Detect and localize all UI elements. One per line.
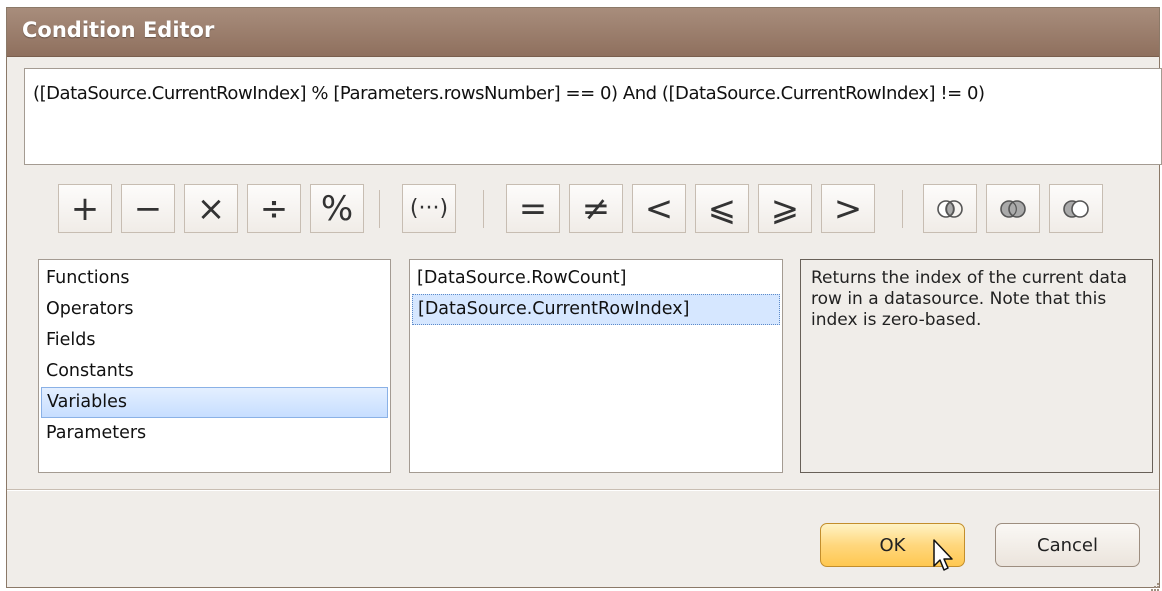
equals-button[interactable]: = — [506, 184, 560, 233]
toolbar-separator — [379, 190, 380, 228]
cancel-button[interactable]: Cancel — [995, 523, 1140, 567]
list-item-row-count[interactable]: [DataSource.RowCount] — [412, 263, 780, 294]
mouse-cursor-icon — [933, 539, 953, 571]
greater-or-equal-button[interactable]: ⩾ — [758, 184, 812, 233]
category-item-fields[interactable]: Fields — [41, 325, 388, 356]
description-panel: Returns the index of the current data ro… — [800, 259, 1153, 473]
or-button[interactable] — [986, 184, 1040, 233]
toolbar-separator — [483, 190, 484, 228]
modulo-button[interactable]: % — [310, 184, 364, 233]
divide-button[interactable]: ÷ — [247, 184, 301, 233]
category-item-parameters[interactable]: Parameters — [41, 418, 388, 449]
item-list[interactable]: [DataSource.RowCount] [DataSource.Curren… — [409, 259, 783, 473]
not-icon — [1063, 199, 1089, 218]
and-button[interactable] — [923, 184, 977, 233]
minus-button[interactable]: − — [121, 184, 175, 233]
not-button[interactable] — [1049, 184, 1103, 233]
footer-divider — [7, 489, 1159, 491]
category-item-functions[interactable]: Functions — [41, 263, 388, 294]
list-item-current-row-index[interactable]: [DataSource.CurrentRowIndex] — [412, 294, 780, 325]
category-item-operators[interactable]: Operators — [41, 294, 388, 325]
title-bar[interactable]: Condition Editor — [7, 8, 1159, 57]
less-or-equal-button[interactable]: ⩽ — [695, 184, 749, 233]
category-list[interactable]: Functions Operators Fields Constants Var… — [38, 259, 391, 473]
resize-grip-icon[interactable] — [1151, 583, 1159, 591]
category-item-constants[interactable]: Constants — [41, 356, 388, 387]
condition-editor-dialog: Condition Editor ([DataSource.CurrentRow… — [6, 7, 1162, 591]
expression-input[interactable]: ([DataSource.CurrentRowIndex] % [Paramet… — [24, 68, 1162, 165]
less-than-button[interactable]: < — [632, 184, 686, 233]
category-item-variables[interactable]: Variables — [41, 387, 388, 418]
parentheses-button[interactable]: (···) — [402, 184, 456, 233]
and-icon — [937, 199, 963, 218]
dialog-title: Condition Editor — [22, 18, 215, 42]
or-icon — [1000, 199, 1026, 218]
not-equals-button[interactable]: ≠ — [569, 184, 623, 233]
multiply-button[interactable]: × — [184, 184, 238, 233]
toolbar-separator — [902, 190, 903, 228]
plus-button[interactable]: + — [58, 184, 112, 233]
greater-than-button[interactable]: > — [821, 184, 875, 233]
